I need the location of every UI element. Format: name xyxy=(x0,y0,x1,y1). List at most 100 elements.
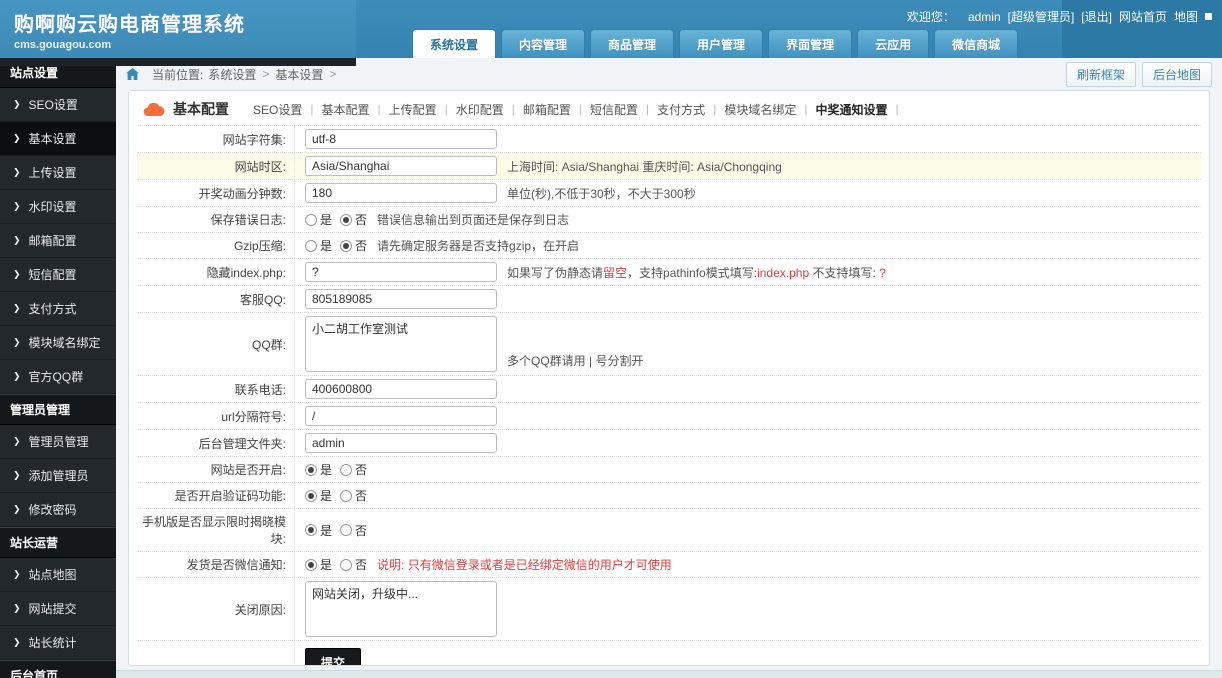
sidebar-item[interactable]: ❯ 站长统计 xyxy=(0,626,116,660)
radio-no[interactable]: 否 xyxy=(340,522,367,539)
chevron-right-icon: ❯ xyxy=(13,637,21,647)
username: admin xyxy=(967,9,1001,24)
panel-tab[interactable]: 中奖通知设置 xyxy=(807,101,895,118)
refresh-frame-button[interactable]: 刷新框架 xyxy=(1065,61,1136,87)
sidebar-item[interactable]: ❯ 水印设置 xyxy=(0,190,116,224)
form-row: 开奖动画分钟数: 单位(秒),不低于30秒，不大于300秒 xyxy=(137,180,1201,207)
breadcrumb-separator: > xyxy=(262,67,270,81)
panel-tab[interactable]: 支付方式 xyxy=(649,101,713,118)
nav-tab[interactable]: 系统设置 xyxy=(412,29,497,58)
sidebar-item[interactable]: ❯ 模块域名绑定 xyxy=(0,326,116,360)
sidebar-item[interactable]: ❯ 上传设置 xyxy=(0,156,116,190)
panel-tab[interactable]: 短信配置 xyxy=(582,101,646,118)
radio-dot-icon xyxy=(340,463,353,476)
sidebar-item[interactable]: ❯ 支付方式 xyxy=(0,292,116,326)
nav-tab[interactable]: 用户管理 xyxy=(679,29,764,58)
hide-indexphp-input[interactable] xyxy=(305,262,497,282)
field-label: 网站时区: xyxy=(137,153,295,179)
sidebar-item[interactable]: ❯ 添加管理员 xyxy=(0,459,116,493)
nav-tab[interactable]: 微信商城 xyxy=(934,29,1019,58)
field-hint: 请先确定服务器是否支持gzip，在开启 xyxy=(377,239,580,253)
sidebar-item[interactable]: ❯ 站点地图 xyxy=(0,558,116,592)
panel-tab[interactable]: 基本配置 xyxy=(313,101,377,118)
breadcrumb-item[interactable]: 基本设置 xyxy=(275,66,323,83)
user-role: [超级管理员] xyxy=(1007,10,1075,24)
radio-no[interactable]: 否 xyxy=(340,461,367,478)
sidebar-group-header[interactable]: 后台首页 xyxy=(0,660,116,678)
nav-tab[interactable]: 商品管理 xyxy=(590,29,675,58)
sidebar-group-header[interactable]: 管理员管理 xyxy=(0,394,116,425)
form-row: 网站是否开启: 是否 xyxy=(137,457,1201,483)
radio-dot-icon xyxy=(340,558,353,571)
logout-link[interactable]: [退出] xyxy=(1081,8,1112,25)
radio-no[interactable]: 否 xyxy=(340,237,367,254)
qq-group-textarea[interactable]: 小二胡工作室测试 xyxy=(305,316,497,372)
chevron-right-icon: ❯ xyxy=(13,269,21,279)
url-separator-input[interactable] xyxy=(305,406,497,426)
nav-tab[interactable]: 内容管理 xyxy=(501,29,586,58)
welcome-bar: 欢迎您： admin [超级管理员] [退出] 网站首页 地图 xyxy=(907,8,1212,25)
radio-dot-icon xyxy=(305,213,317,226)
brand: 购啊购云购电商管理系统 cms.gouagou.com xyxy=(0,0,356,58)
charset-input[interactable] xyxy=(305,129,497,149)
form-row: 后台管理文件夹: xyxy=(137,430,1201,457)
sidebar-item[interactable]: ❯ 网站提交 xyxy=(0,592,116,626)
chevron-right-icon: ❯ xyxy=(13,470,21,480)
sidebar-item-label: 网站提交 xyxy=(28,602,77,616)
site-home-link[interactable]: 网站首页 xyxy=(1119,8,1167,25)
field-area: 是否说明: 只有微信登录或者是已经绑定微信的用户才可使用 xyxy=(295,552,1201,577)
admin-folder-input[interactable] xyxy=(305,433,497,453)
chevron-right-icon: ❯ xyxy=(13,167,21,177)
field-hint: 多个QQ群请用 | 号分割开 xyxy=(507,354,644,368)
sidebar-item[interactable]: ❯ 基本设置 xyxy=(0,122,116,156)
sidebar-group-header[interactable]: 站长运营 xyxy=(0,527,116,558)
form-row: 发货是否微信通知: 是否说明: 只有微信登录或者是已经绑定微信的用户才可使用 xyxy=(137,552,1201,578)
sidebar-item[interactable]: ❯ 修改密码 xyxy=(0,493,116,527)
submit-button[interactable]: 提交 xyxy=(305,648,362,665)
field-area xyxy=(295,376,1201,402)
sidebar-item[interactable]: ❯ 管理员管理 xyxy=(0,425,116,459)
panel-title: 基本配置 xyxy=(173,101,229,117)
sidebar-item[interactable]: ❯ SEO设置 xyxy=(0,88,116,122)
lottery-minutes-input[interactable] xyxy=(305,183,497,203)
radio-yes[interactable]: 是 xyxy=(305,461,332,478)
service-qq-input[interactable] xyxy=(305,289,497,309)
admin-map-button[interactable]: 后台地图 xyxy=(1141,61,1212,87)
radio-yes[interactable]: 是 xyxy=(305,237,332,254)
panel-tabs: SEO设置 | 基本配置 | 上传配置 | 水印配置 | 邮箱配置 | 短信配置 | 支付方式 | 模块域名… xyxy=(245,101,899,118)
chevron-right-icon: ❯ xyxy=(13,303,21,313)
field-label: QQ群: xyxy=(137,313,295,375)
header: 购啊购云购电商管理系统 cms.gouagou.com 欢迎您： admin [… xyxy=(0,0,1222,58)
breadcrumb-item[interactable]: 系统设置 xyxy=(208,66,256,83)
sidebar-item[interactable]: ❯ 官方QQ群 xyxy=(0,360,116,394)
radio-no[interactable]: 否 xyxy=(340,556,367,573)
sidebar-item[interactable]: ❯ 短信配置 xyxy=(0,258,116,292)
panel-tab[interactable]: 模块域名绑定 xyxy=(716,101,804,118)
radio-no[interactable]: 否 xyxy=(340,487,367,504)
panel-tab[interactable]: 水印配置 xyxy=(448,101,512,118)
phone-input[interactable] xyxy=(305,379,497,399)
field-label: 关闭原因: xyxy=(137,578,295,640)
radio-yes[interactable]: 是 xyxy=(305,556,332,573)
panel-tab[interactable]: 上传配置 xyxy=(381,101,445,118)
panel-tab[interactable]: 邮箱配置 xyxy=(515,101,579,118)
nav-tab[interactable]: 云应用 xyxy=(857,29,930,58)
panel-tab[interactable]: SEO设置 xyxy=(245,101,310,118)
timezone-input[interactable] xyxy=(305,156,497,176)
sidebar-item-label: 模块域名绑定 xyxy=(28,336,101,350)
main-area: 当前位置: 系统设置 > 基本设置 > 刷新框架 后台地图 基本配置 SEO设置 | 基本… xyxy=(116,58,1222,678)
field-area xyxy=(295,286,1201,312)
nav-tab[interactable]: 界面管理 xyxy=(768,29,853,58)
breadcrumb-buttons: 刷新框架 后台地图 xyxy=(1065,61,1212,87)
radio-no[interactable]: 否 xyxy=(340,211,367,228)
sidebar-item[interactable]: ❯ 邮箱配置 xyxy=(0,224,116,258)
radio-yes[interactable]: 是 xyxy=(305,522,332,539)
radio-dot-icon xyxy=(305,489,317,502)
sitemap-link[interactable]: 地图 xyxy=(1174,8,1198,25)
close-reason-textarea[interactable]: 网站关闭，升级中... xyxy=(305,581,497,637)
radio-yes[interactable]: 是 xyxy=(305,487,332,504)
brand-shadow xyxy=(0,58,356,66)
radio-yes[interactable]: 是 xyxy=(305,211,332,228)
mobile-module-radio: 是否 xyxy=(305,522,367,539)
field-area: 是否 xyxy=(295,509,1201,551)
